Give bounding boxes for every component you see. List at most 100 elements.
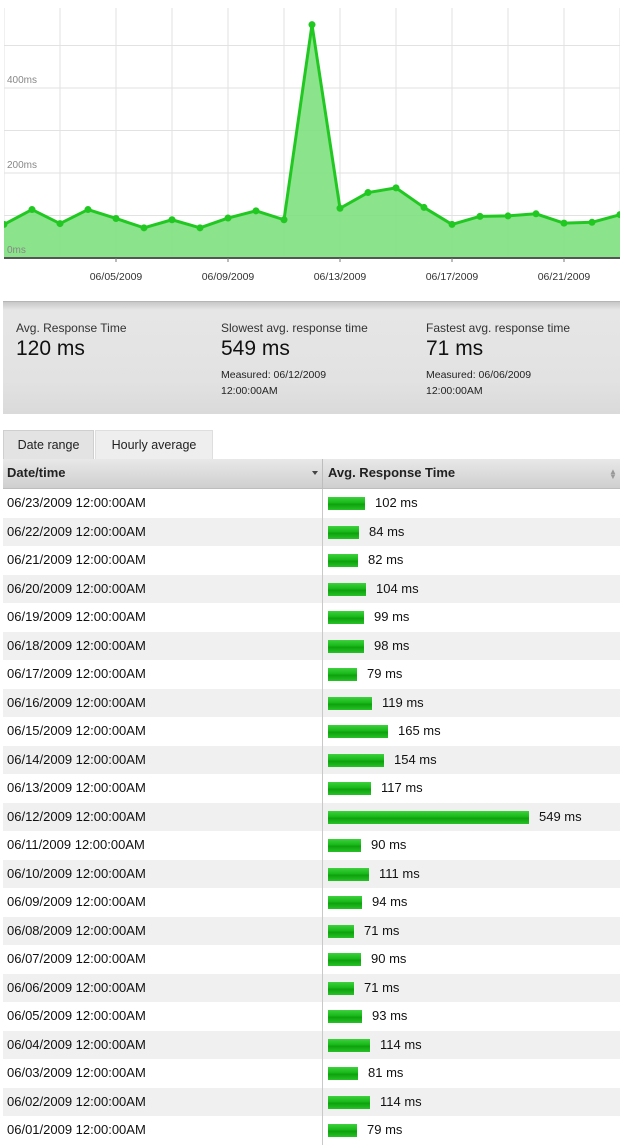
table-row[interactable]: 06/15/2009 12:00:00AM 165 ms: [3, 717, 620, 746]
row-date: 06/12/2009 12:00:00AM: [7, 808, 146, 824]
series-area: [4, 24, 620, 258]
stat-slowest-label: Slowest avg. response time: [221, 321, 368, 335]
response-value: 165 ms: [398, 723, 441, 738]
stat-fastest: Fastest avg. response time 71 ms Measure…: [426, 321, 570, 399]
data-point: [140, 224, 148, 232]
response-bar: [328, 896, 362, 909]
table-row[interactable]: 06/21/2009 12:00:00AM 82 ms: [3, 546, 620, 575]
stat-average-value: 120 ms: [16, 337, 85, 360]
response-value: 114 ms: [380, 1036, 422, 1052]
response-time-chart: 0ms 200ms 400ms 06/05/2009 06/09/2009 06/13/2…: [4, 0, 620, 300]
table-row[interactable]: 06/09/2009 12:00:00AM 94 ms: [3, 888, 620, 917]
stat-slowest-value: 549 ms: [221, 337, 290, 360]
table-row[interactable]: 06/03/2009 12:00:00AM 81 ms: [3, 1059, 620, 1088]
row-divider: [322, 1116, 323, 1145]
table-row[interactable]: 06/14/2009 12:00:00AM 154 ms: [3, 745, 620, 774]
stat-fastest-value: 71 ms: [426, 337, 484, 360]
sort-toggle-icon[interactable]: ▲ ▼: [609, 468, 617, 481]
response-value: 90 ms: [371, 837, 407, 852]
response-value: 104 ms: [376, 580, 419, 596]
row-divider: [322, 489, 323, 518]
column-header-date[interactable]: Date/time: [7, 459, 321, 488]
tab-date-range[interactable]: Date range: [3, 430, 94, 459]
chart-svg: 0ms 200ms 400ms 06/05/2009 06/09/2009 06/13/2…: [4, 8, 620, 283]
sort-descending-icon[interactable]: [312, 471, 318, 475]
table-row[interactable]: 06/02/2009 12:00:00AM 114 ms: [3, 1087, 620, 1116]
table-row[interactable]: 06/04/2009 12:00:00AM 114 ms: [3, 1030, 620, 1059]
table-row[interactable]: 06/12/2009 12:00:00AM 549 ms: [3, 802, 620, 831]
response-bar: [328, 696, 372, 710]
row-divider: [322, 1030, 323, 1059]
row-divider: [322, 1087, 323, 1116]
row-divider: [322, 1002, 323, 1031]
response-bar: [328, 1010, 362, 1023]
response-bar: [328, 924, 354, 938]
row-date: 06/16/2009 12:00:00AM: [7, 694, 146, 710]
table-row[interactable]: 06/16/2009 12:00:00AM 119 ms: [3, 688, 620, 717]
response-value: 93 ms: [372, 1008, 408, 1023]
response-bar: [328, 1124, 357, 1137]
data-point: [560, 219, 568, 227]
response-bar: [328, 611, 364, 624]
row-date: 06/21/2009 12:00:00AM: [7, 552, 146, 567]
response-bar: [328, 554, 358, 567]
row-divider: [322, 603, 323, 632]
row-divider: [322, 688, 323, 717]
row-divider: [322, 660, 323, 689]
x-tick-label: 06/09/2009: [202, 271, 255, 283]
tab-hourly-average[interactable]: Hourly average: [95, 430, 213, 459]
row-divider: [322, 945, 323, 974]
table-row[interactable]: 06/10/2009 12:00:00AM 111 ms: [3, 859, 620, 888]
row-date: 06/19/2009 12:00:00AM: [7, 609, 146, 624]
response-value: 90 ms: [371, 951, 407, 966]
table-row[interactable]: 06/23/2009 12:00:00AM 102 ms: [3, 489, 620, 518]
row-divider: [322, 745, 323, 774]
table-row[interactable]: 06/20/2009 12:00:00AM 104 ms: [3, 574, 620, 603]
data-point: [112, 214, 120, 222]
table-row[interactable]: 06/19/2009 12:00:00AM 99 ms: [3, 603, 620, 632]
response-value: 71 ms: [364, 979, 400, 995]
column-header-date-label: Date/time: [7, 465, 66, 480]
response-bar: [328, 1067, 358, 1080]
column-header-response[interactable]: Avg. Response Time: [328, 459, 613, 488]
data-point: [476, 212, 484, 220]
stats-panel: Avg. Response Time 120 ms Slowest avg. r…: [3, 301, 620, 414]
row-date: 06/20/2009 12:00:00AM: [7, 580, 146, 596]
table-row[interactable]: 06/06/2009 12:00:00AM 71 ms: [3, 973, 620, 1002]
row-divider: [322, 831, 323, 860]
data-point: [364, 189, 372, 197]
table-row[interactable]: 06/22/2009 12:00:00AM 84 ms: [3, 517, 620, 546]
row-date: 06/02/2009 12:00:00AM: [7, 1093, 146, 1109]
response-value: 117 ms: [381, 780, 423, 795]
row-date: 06/01/2009 12:00:00AM: [7, 1122, 146, 1137]
table-row[interactable]: 06/01/2009 12:00:00AM 79 ms: [3, 1116, 620, 1145]
stat-slowest-measured: Measured: 06/12/2009 12:00:00AM: [221, 369, 327, 397]
row-date: 06/03/2009 12:00:00AM: [7, 1065, 146, 1080]
stat-fastest-measured: Measured: 06/06/2009 12:00:00AM: [426, 369, 532, 397]
table-row[interactable]: 06/17/2009 12:00:00AM 79 ms: [3, 660, 620, 689]
response-value: 549 ms: [539, 808, 582, 824]
response-bar: [328, 639, 364, 653]
table-row[interactable]: 06/13/2009 12:00:00AM 117 ms: [3, 774, 620, 803]
data-point: [448, 220, 456, 228]
response-bar: [328, 867, 369, 881]
x-tick-label: 06/21/2009: [538, 271, 591, 283]
column-header-response-label: Avg. Response Time: [328, 465, 456, 480]
response-bar: [328, 525, 359, 539]
response-bar: [328, 668, 357, 681]
response-value: 111 ms: [379, 865, 420, 881]
data-point: [28, 206, 36, 214]
stat-average-label: Avg. Response Time: [16, 321, 127, 335]
data-point: [56, 220, 64, 228]
row-date: 06/06/2009 12:00:00AM: [7, 979, 146, 995]
row-date: 06/05/2009 12:00:00AM: [7, 1008, 146, 1023]
table-row[interactable]: 06/05/2009 12:00:00AM 93 ms: [3, 1002, 620, 1031]
row-divider: [322, 859, 323, 888]
data-point: [392, 184, 400, 192]
table-row[interactable]: 06/11/2009 12:00:00AM 90 ms: [3, 831, 620, 860]
table-row[interactable]: 06/08/2009 12:00:00AM 71 ms: [3, 916, 620, 945]
y-tick-label: 0ms: [7, 245, 26, 256]
table-row[interactable]: 06/18/2009 12:00:00AM 98 ms: [3, 631, 620, 660]
table-row[interactable]: 06/07/2009 12:00:00AM 90 ms: [3, 945, 620, 974]
response-bar: [328, 953, 361, 966]
